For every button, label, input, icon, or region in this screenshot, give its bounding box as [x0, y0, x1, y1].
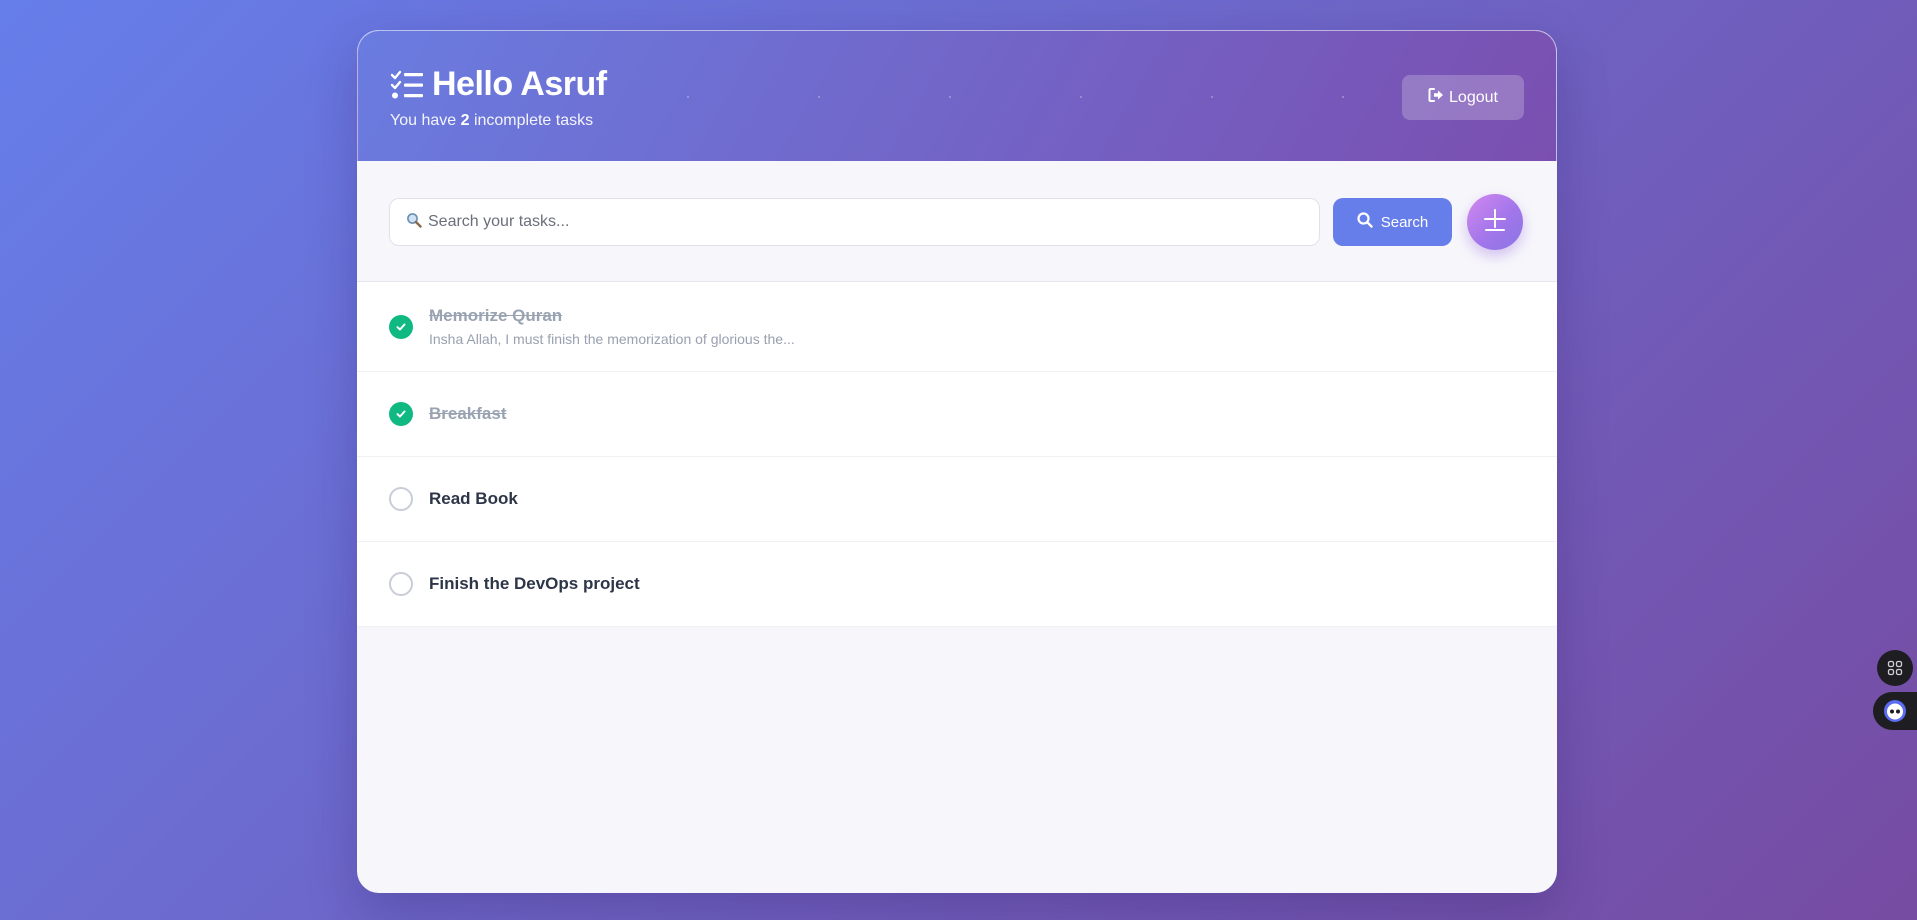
decor-dot — [949, 96, 951, 98]
page-title: Hello Asruf — [432, 65, 607, 103]
list-check-icon — [390, 70, 424, 100]
task-text: Breakfast — [429, 404, 507, 424]
task-title: Read Book — [429, 489, 518, 508]
task-checkbox[interactable] — [389, 402, 413, 426]
task-summary: You have 2 incomplete tasks — [390, 112, 593, 130]
magnifier-icon — [406, 212, 422, 233]
logout-label: Logout — [1449, 88, 1498, 106]
task-list: Memorize Quran Insha Allah, I must finis… — [357, 282, 1557, 627]
extension-grid-button[interactable] — [1877, 650, 1913, 686]
app-header: Hello Asruf You have 2 incomplete tasks … — [357, 30, 1557, 161]
decor-dot — [1080, 96, 1082, 98]
task-text: Memorize Quran Insha Allah, I must finis… — [429, 306, 795, 347]
decor-dot — [818, 96, 820, 98]
todo-app-card: Hello Asruf You have 2 incomplete tasks … — [357, 30, 1557, 893]
task-item[interactable]: Read Book — [357, 457, 1557, 542]
search-button-label: Search — [1380, 213, 1429, 231]
search-button[interactable]: Search — [1333, 198, 1452, 246]
task-text: Read Book — [429, 489, 518, 509]
title-row: Hello Asruf — [390, 65, 607, 104]
plus-icon — [1483, 208, 1507, 237]
task-title: Breakfast — [429, 404, 507, 423]
logout-button[interactable]: Logout — [1402, 75, 1524, 120]
decor-dot — [1342, 96, 1344, 98]
task-description: Insha Allah, I must finish the memorizat… — [429, 331, 795, 347]
search-input[interactable] — [428, 213, 1319, 231]
check-icon — [396, 323, 406, 330]
task-checkbox[interactable] — [389, 572, 413, 596]
check-icon — [396, 410, 406, 418]
decor-dot — [1211, 96, 1213, 98]
task-title: Memorize Quran — [429, 306, 563, 325]
task-item[interactable]: Breakfast — [357, 372, 1557, 457]
sign-out-icon — [1428, 87, 1444, 108]
extension-bot-button[interactable] — [1873, 692, 1917, 730]
grid-icon — [1887, 660, 1903, 676]
task-item[interactable]: Finish the DevOps project — [357, 542, 1557, 627]
task-item[interactable]: Memorize Quran Insha Allah, I must finis… — [357, 282, 1557, 372]
task-checkbox[interactable] — [389, 314, 413, 339]
task-checkbox[interactable] — [389, 487, 413, 511]
search-box[interactable] — [389, 198, 1320, 246]
search-icon — [1357, 212, 1373, 232]
search-toolbar: Search — [357, 161, 1557, 282]
bot-icon — [1884, 700, 1906, 722]
summary-prefix: You have — [390, 112, 457, 129]
incomplete-count: 2 — [460, 112, 470, 129]
decor-dot — [687, 96, 689, 98]
add-task-button[interactable] — [1467, 194, 1523, 250]
task-text: Finish the DevOps project — [429, 574, 640, 594]
summary-suffix: incomplete tasks — [473, 112, 594, 129]
task-title: Finish the DevOps project — [429, 574, 640, 593]
